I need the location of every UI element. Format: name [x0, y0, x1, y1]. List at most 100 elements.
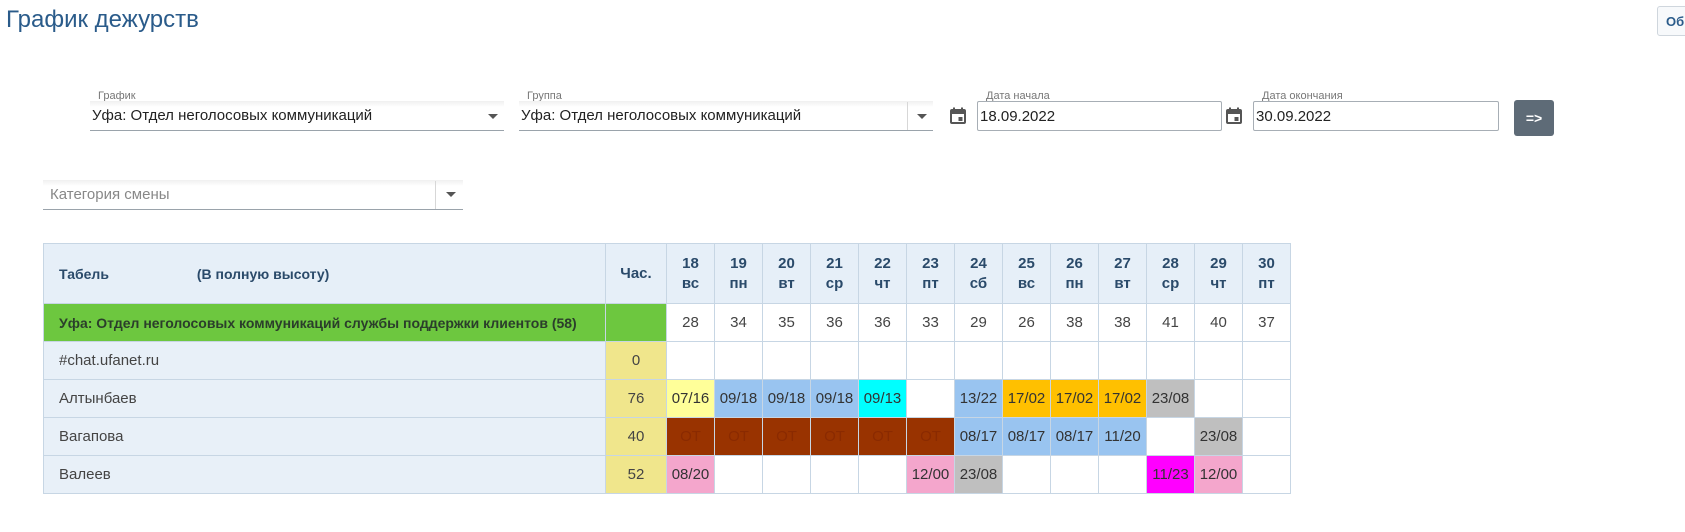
day-number: 27 [1114, 254, 1131, 272]
shift-cell[interactable] [714, 455, 763, 494]
shift-cell[interactable]: 08/17 [954, 417, 1003, 456]
shift-cell[interactable] [1050, 455, 1099, 494]
shift-cell[interactable]: 07/16 [666, 379, 715, 418]
group-name[interactable]: Уфа: Отдел неголосовых коммуникаций служ… [43, 303, 606, 342]
shift-cell[interactable] [1146, 341, 1195, 380]
shift-cell[interactable]: ОТ [666, 417, 715, 456]
shift-category-select[interactable]: Категория смены [43, 180, 463, 210]
day-number: 22 [874, 254, 891, 272]
shift-cell[interactable] [1194, 341, 1243, 380]
duty-table: Табель (В полную высоту) Час. 18 вс 19 пн 20… [43, 243, 1291, 494]
shift-cell[interactable]: ОТ [858, 417, 907, 456]
shift-cell[interactable] [954, 341, 1003, 380]
shift-cell[interactable]: 08/17 [1002, 417, 1051, 456]
shift-cell[interactable] [906, 341, 955, 380]
group-count-cell: 38 [1050, 303, 1099, 342]
date-start-input[interactable]: 18.09.2022 [977, 101, 1222, 131]
shift-cell[interactable] [1002, 455, 1051, 494]
schedule-select[interactable]: Уфа: Отдел неголосовых коммуникаций [90, 101, 504, 131]
day-header-19: 19 пн [714, 243, 763, 304]
shift-cell[interactable] [810, 341, 859, 380]
shift-cell[interactable]: 08/20 [666, 455, 715, 494]
shift-cell[interactable] [1242, 417, 1291, 456]
shift-cell[interactable]: ОТ [810, 417, 859, 456]
day-number: 23 [922, 254, 939, 272]
day-header-26: 26 пн [1050, 243, 1099, 304]
group-select-divider [907, 102, 908, 130]
group-dropdown-icon[interactable] [917, 114, 927, 119]
shift-cell[interactable] [1098, 341, 1147, 380]
shift-cell[interactable] [1050, 341, 1099, 380]
shift-cell[interactable]: 09/18 [810, 379, 859, 418]
shift-cell[interactable]: 11/23 [1146, 455, 1195, 494]
calendar-end-icon[interactable] [1225, 107, 1243, 125]
day-number: 21 [826, 254, 843, 272]
shift-cell[interactable] [1002, 341, 1051, 380]
shift-cell[interactable] [1242, 379, 1291, 418]
employee-name[interactable]: Валеев [43, 455, 606, 494]
shift-cell[interactable]: 12/00 [906, 455, 955, 494]
category-select-divider [435, 181, 436, 209]
shift-cell[interactable] [1098, 455, 1147, 494]
shift-cell[interactable]: 13/22 [954, 379, 1003, 418]
group-count-cell: 36 [858, 303, 907, 342]
table-header-row: Табель (В полную высоту) Час. 18 вс 19 пн 20… [43, 243, 1291, 304]
full-height-toggle[interactable]: (В полную высоту) [197, 266, 330, 282]
day-number: 20 [778, 254, 795, 272]
day-number: 28 [1162, 254, 1179, 272]
day-header-24: 24 сб [954, 243, 1003, 304]
employee-name[interactable]: Алтынбаев [43, 379, 606, 418]
day-number: 26 [1066, 254, 1083, 272]
shift-cell[interactable]: 12/00 [1194, 455, 1243, 494]
schedule-select-value: Уфа: Отдел неголосовых коммуникаций [92, 107, 373, 124]
shift-cell[interactable] [1242, 455, 1291, 494]
employee-name[interactable]: Вагапова [43, 417, 606, 456]
shift-cell[interactable]: 17/02 [1098, 379, 1147, 418]
shift-cell[interactable]: 17/02 [1002, 379, 1051, 418]
shift-cell[interactable] [666, 341, 715, 380]
shift-cell[interactable]: 23/08 [954, 455, 1003, 494]
employee-name[interactable]: #chat.ufanet.ru [43, 341, 606, 380]
group-row: Уфа: Отдел неголосовых коммуникаций служ… [43, 303, 1291, 342]
shift-cell[interactable] [1194, 379, 1243, 418]
shift-cell[interactable]: 23/08 [1194, 417, 1243, 456]
shift-cell[interactable]: ОТ [762, 417, 811, 456]
day-number: 25 [1018, 254, 1035, 272]
shift-category-placeholder: Категория смены [50, 186, 170, 203]
shift-cell[interactable]: 09/18 [762, 379, 811, 418]
shift-cell[interactable]: 09/13 [858, 379, 907, 418]
shift-cell[interactable] [762, 341, 811, 380]
shift-cell[interactable] [1242, 341, 1291, 380]
group-count-cell: 29 [954, 303, 1003, 342]
shift-cell[interactable]: 17/02 [1050, 379, 1099, 418]
shift-cell[interactable]: 09/18 [714, 379, 763, 418]
shift-cell[interactable] [906, 379, 955, 418]
shift-cell[interactable]: ОТ [714, 417, 763, 456]
shift-cell[interactable] [1146, 417, 1195, 456]
day-weekday: вс [681, 274, 700, 292]
shift-cell[interactable] [858, 455, 907, 494]
calendar-start-icon[interactable] [949, 107, 967, 125]
group-count-cell: 38 [1098, 303, 1147, 342]
shift-cell[interactable]: 23/08 [1146, 379, 1195, 418]
category-dropdown-icon[interactable] [446, 192, 456, 197]
shift-cell[interactable] [810, 455, 859, 494]
day-weekday: чт [1210, 274, 1227, 292]
group-select[interactable]: Уфа: Отдел неголосовых коммуникаций [519, 101, 933, 131]
table-row: Алтынбаев 76 07/16 09/18 09/18 09/18 09/13 13/2… [43, 379, 1291, 418]
shift-cell[interactable]: ОТ [906, 417, 955, 456]
schedule-dropdown-icon[interactable] [488, 114, 498, 119]
group-count-cell: 36 [810, 303, 859, 342]
shift-cell[interactable]: 11/20 [1098, 417, 1147, 456]
shift-cell[interactable] [714, 341, 763, 380]
top-right-button[interactable]: Об [1657, 6, 1685, 36]
shift-cell[interactable] [858, 341, 907, 380]
apply-button[interactable]: => [1514, 100, 1554, 136]
shift-cell[interactable] [762, 455, 811, 494]
shift-cell[interactable]: 08/17 [1050, 417, 1099, 456]
day-number: 19 [730, 254, 747, 272]
date-end-input[interactable]: 30.09.2022 [1253, 101, 1499, 131]
employee-hours: 52 [605, 455, 667, 494]
group-count-cell: 26 [1002, 303, 1051, 342]
group-count-cell: 33 [906, 303, 955, 342]
